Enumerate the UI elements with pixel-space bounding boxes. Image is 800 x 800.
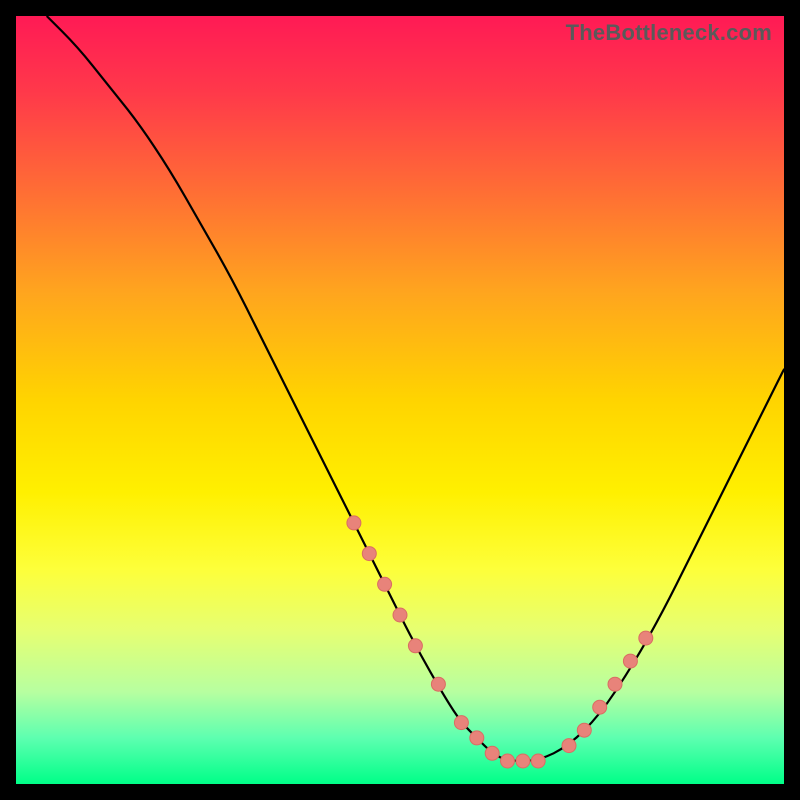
marker-point — [593, 700, 607, 714]
marker-point — [608, 677, 622, 691]
marker-point — [362, 547, 376, 561]
marker-point — [639, 631, 653, 645]
marker-point — [562, 739, 576, 753]
marker-point — [577, 723, 591, 737]
marker-point — [501, 754, 515, 768]
marker-point — [531, 754, 545, 768]
marker-point — [454, 716, 468, 730]
marker-point — [393, 608, 407, 622]
marker-point — [347, 516, 361, 530]
chart-frame: TheBottleneck.com — [0, 0, 800, 800]
marker-point — [516, 754, 530, 768]
marker-point — [470, 731, 484, 745]
marker-group — [347, 516, 653, 768]
marker-point — [623, 654, 637, 668]
chart-svg — [16, 16, 784, 784]
marker-point — [485, 746, 499, 760]
plot-area: TheBottleneck.com — [16, 16, 784, 784]
marker-point — [408, 639, 422, 653]
marker-point — [378, 577, 392, 591]
marker-point — [431, 677, 445, 691]
